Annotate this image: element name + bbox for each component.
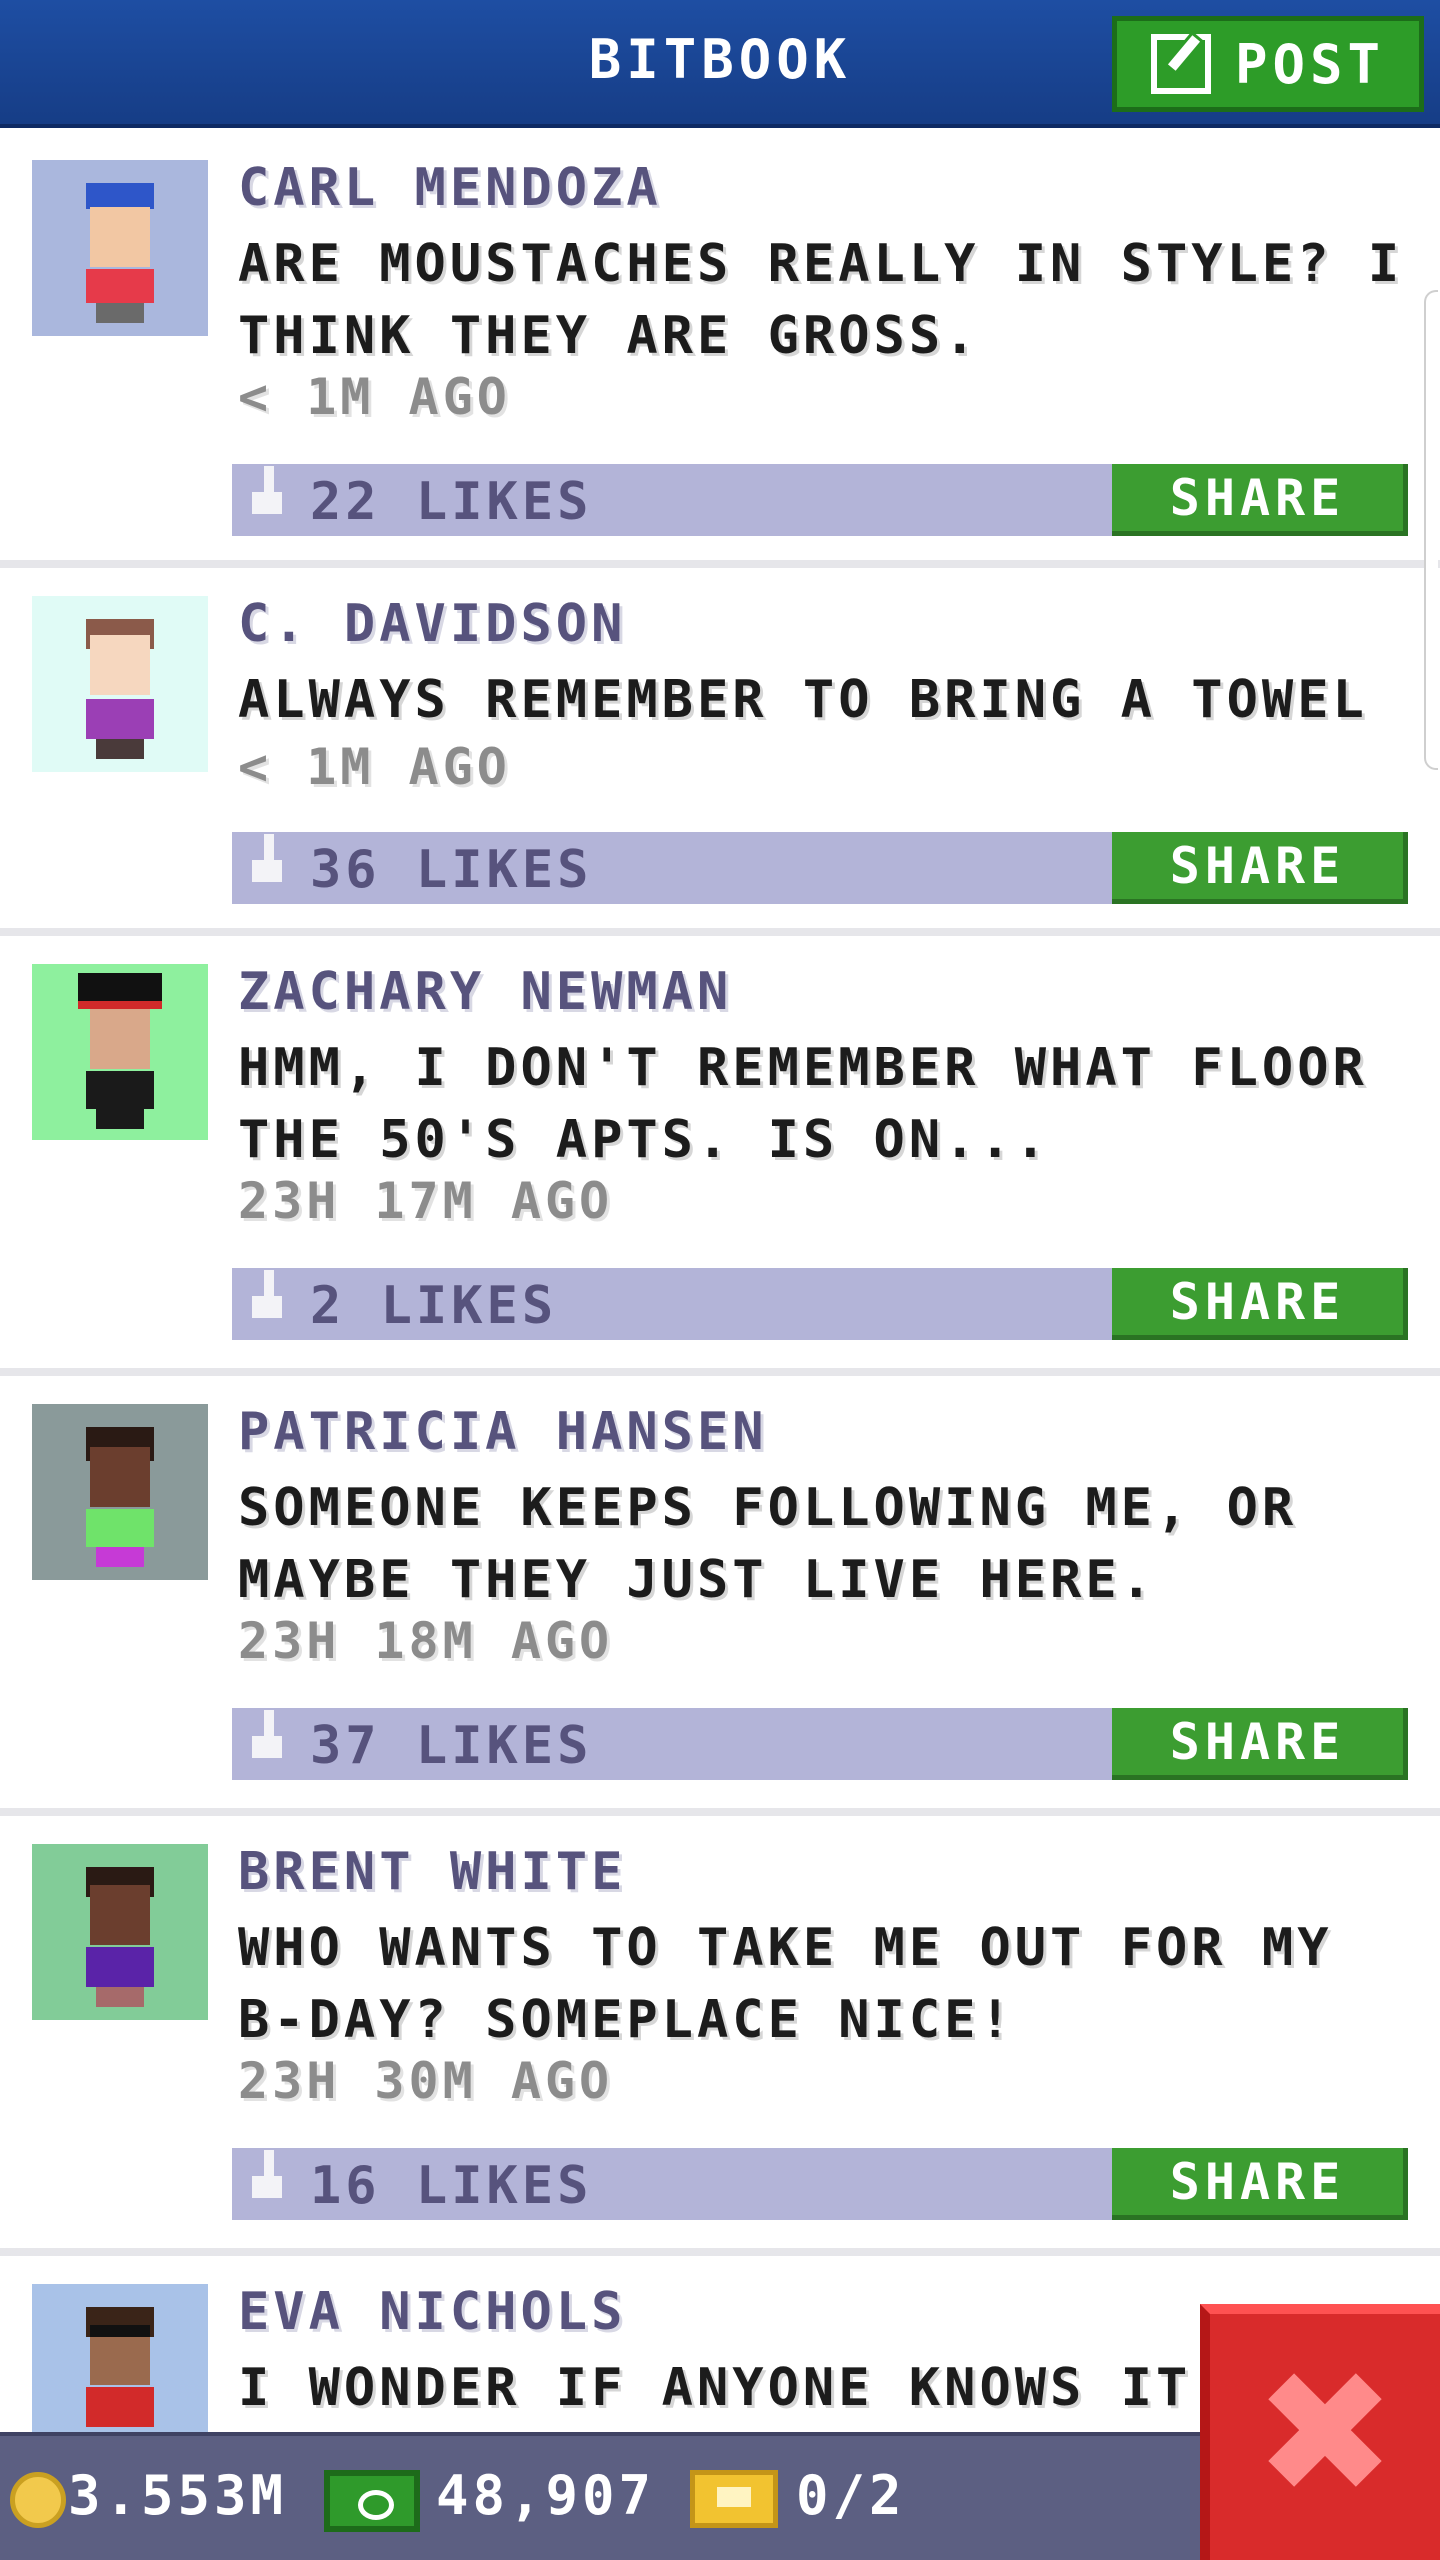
likes-count: 2 LIKES [310,1276,558,1336]
thumbs-up-icon[interactable] [252,2150,282,2198]
post-button[interactable]: POST [1112,16,1424,112]
avatar-head [90,635,150,695]
author-name[interactable]: CARL MENDOZA [238,158,662,218]
coin-icon [10,2472,66,2528]
avatar-shirt [86,2387,154,2427]
avatar-legs [96,739,144,759]
ticket-icon [690,2470,778,2528]
avatar-figure [72,973,168,1129]
avatar-figure [72,173,168,323]
avatar[interactable] [32,1844,208,2020]
post-time: < 1M AGO [238,368,511,426]
avatar-head [90,1447,150,1507]
avatar-shirt [86,1947,154,1987]
author-name[interactable]: PATRICIA HANSEN [238,1402,768,1462]
share-button[interactable]: SHARE [1112,2148,1408,2220]
avatar-figure [72,1857,168,2007]
feed-post: C. DAVIDSON ALWAYS REMEMBER TO BRING A T… [0,568,1440,936]
post-message: SOMEONE KEEPS FOLLOWING ME, OR MAYBE THE… [238,1478,1298,1610]
share-button[interactable]: SHARE [1112,1708,1408,1780]
feed-post: ZACHARY NEWMAN HMM, I DON'T REMEMBER WHA… [0,936,1440,1376]
likes-bar: 37 LIKES SHARE [232,1708,1408,1780]
share-button[interactable]: SHARE [1112,832,1408,904]
post-message: ARE MOUSTACHES REALLY IN STYLE? I THINK … [238,234,1404,366]
avatar-figure [72,1417,168,1567]
author-name[interactable]: BRENT WHITE [238,1842,626,1902]
avatar-suit [86,1071,154,1109]
avatar-legs [96,1987,144,2007]
post-message: I WONDER IF ANYONE KNOWS IT' [238,2358,1198,2418]
post-time: 23H 17M AGO [238,1172,614,1230]
post-message: WHO WANTS TO TAKE ME OUT FOR MY B-DAY? S… [238,1918,1333,2050]
thumbs-up-icon[interactable] [252,1710,282,1758]
avatar-cap [86,183,154,209]
scrollbar[interactable] [1424,290,1438,770]
author-name[interactable]: EVA NICHOLS [238,2282,626,2342]
close-button[interactable]: ✖ [1200,2304,1440,2560]
avatar[interactable] [32,160,208,336]
tickets-amount: 0/2 [796,2464,906,2527]
coins-amount: 3.553M [68,2464,288,2527]
avatar-figure [72,609,168,759]
feed-post: BRENT WHITE WHO WANTS TO TAKE ME OUT FOR… [0,1816,1440,2256]
post-message: HMM, I DON'T REMEMBER WHAT FLOOR THE 50'… [238,1038,1368,1170]
avatar-legs [96,1109,144,1129]
post-feed[interactable]: CARL MENDOZA ARE MOUSTACHES REALLY IN ST… [0,132,1440,2556]
avatar-shirt [86,699,154,739]
likes-bar: 22 LIKES SHARE [232,464,1408,536]
avatar-top-hat [78,973,162,1009]
avatar-legs [96,1547,144,1567]
post-time: 23H 30M AGO [238,2052,614,2110]
share-button[interactable]: SHARE [1112,1268,1408,1340]
post-time: < 1M AGO [238,738,511,796]
post-button-label: POST [1234,32,1386,96]
feed-post: CARL MENDOZA ARE MOUSTACHES REALLY IN ST… [0,132,1440,568]
app-header: BITBOOK POST [0,0,1440,128]
post-time: 23H 18M AGO [238,1612,614,1670]
avatar-legs [96,303,144,323]
avatar-figure [72,2297,168,2447]
likes-count: 37 LIKES [310,1716,593,1776]
likes-count: 16 LIKES [310,2156,593,2216]
avatar-shirt [86,269,154,303]
avatar-head [90,207,150,267]
author-name[interactable]: C. DAVIDSON [238,594,626,654]
avatar[interactable] [32,596,208,772]
likes-bar: 16 LIKES SHARE [232,2148,1408,2220]
cash-icon [324,2470,420,2532]
likes-bar: 2 LIKES SHARE [232,1268,1408,1340]
thumbs-up-icon[interactable] [252,834,282,882]
share-button[interactable]: SHARE [1112,464,1408,536]
avatar-shirt [86,1509,154,1547]
bux-amount: 48,907 [436,2464,656,2527]
thumbs-up-icon[interactable] [252,466,282,514]
post-message: ALWAYS REMEMBER TO BRING A TOWEL [238,670,1368,730]
close-icon: ✖ [1253,2335,1397,2533]
avatar-head-glasses [90,2325,150,2385]
feed-post: PATRICIA HANSEN SOMEONE KEEPS FOLLOWING … [0,1376,1440,1816]
likes-count: 36 LIKES [310,840,593,900]
author-name[interactable]: ZACHARY NEWMAN [238,962,732,1022]
likes-count: 22 LIKES [310,472,593,532]
avatar[interactable] [32,1404,208,1580]
thumbs-up-icon[interactable] [252,1270,282,1318]
avatar[interactable] [32,964,208,1140]
avatar-head [90,1885,150,1945]
avatar-head [90,1009,150,1069]
edit-icon [1150,34,1211,94]
likes-bar: 36 LIKES SHARE [232,832,1408,904]
